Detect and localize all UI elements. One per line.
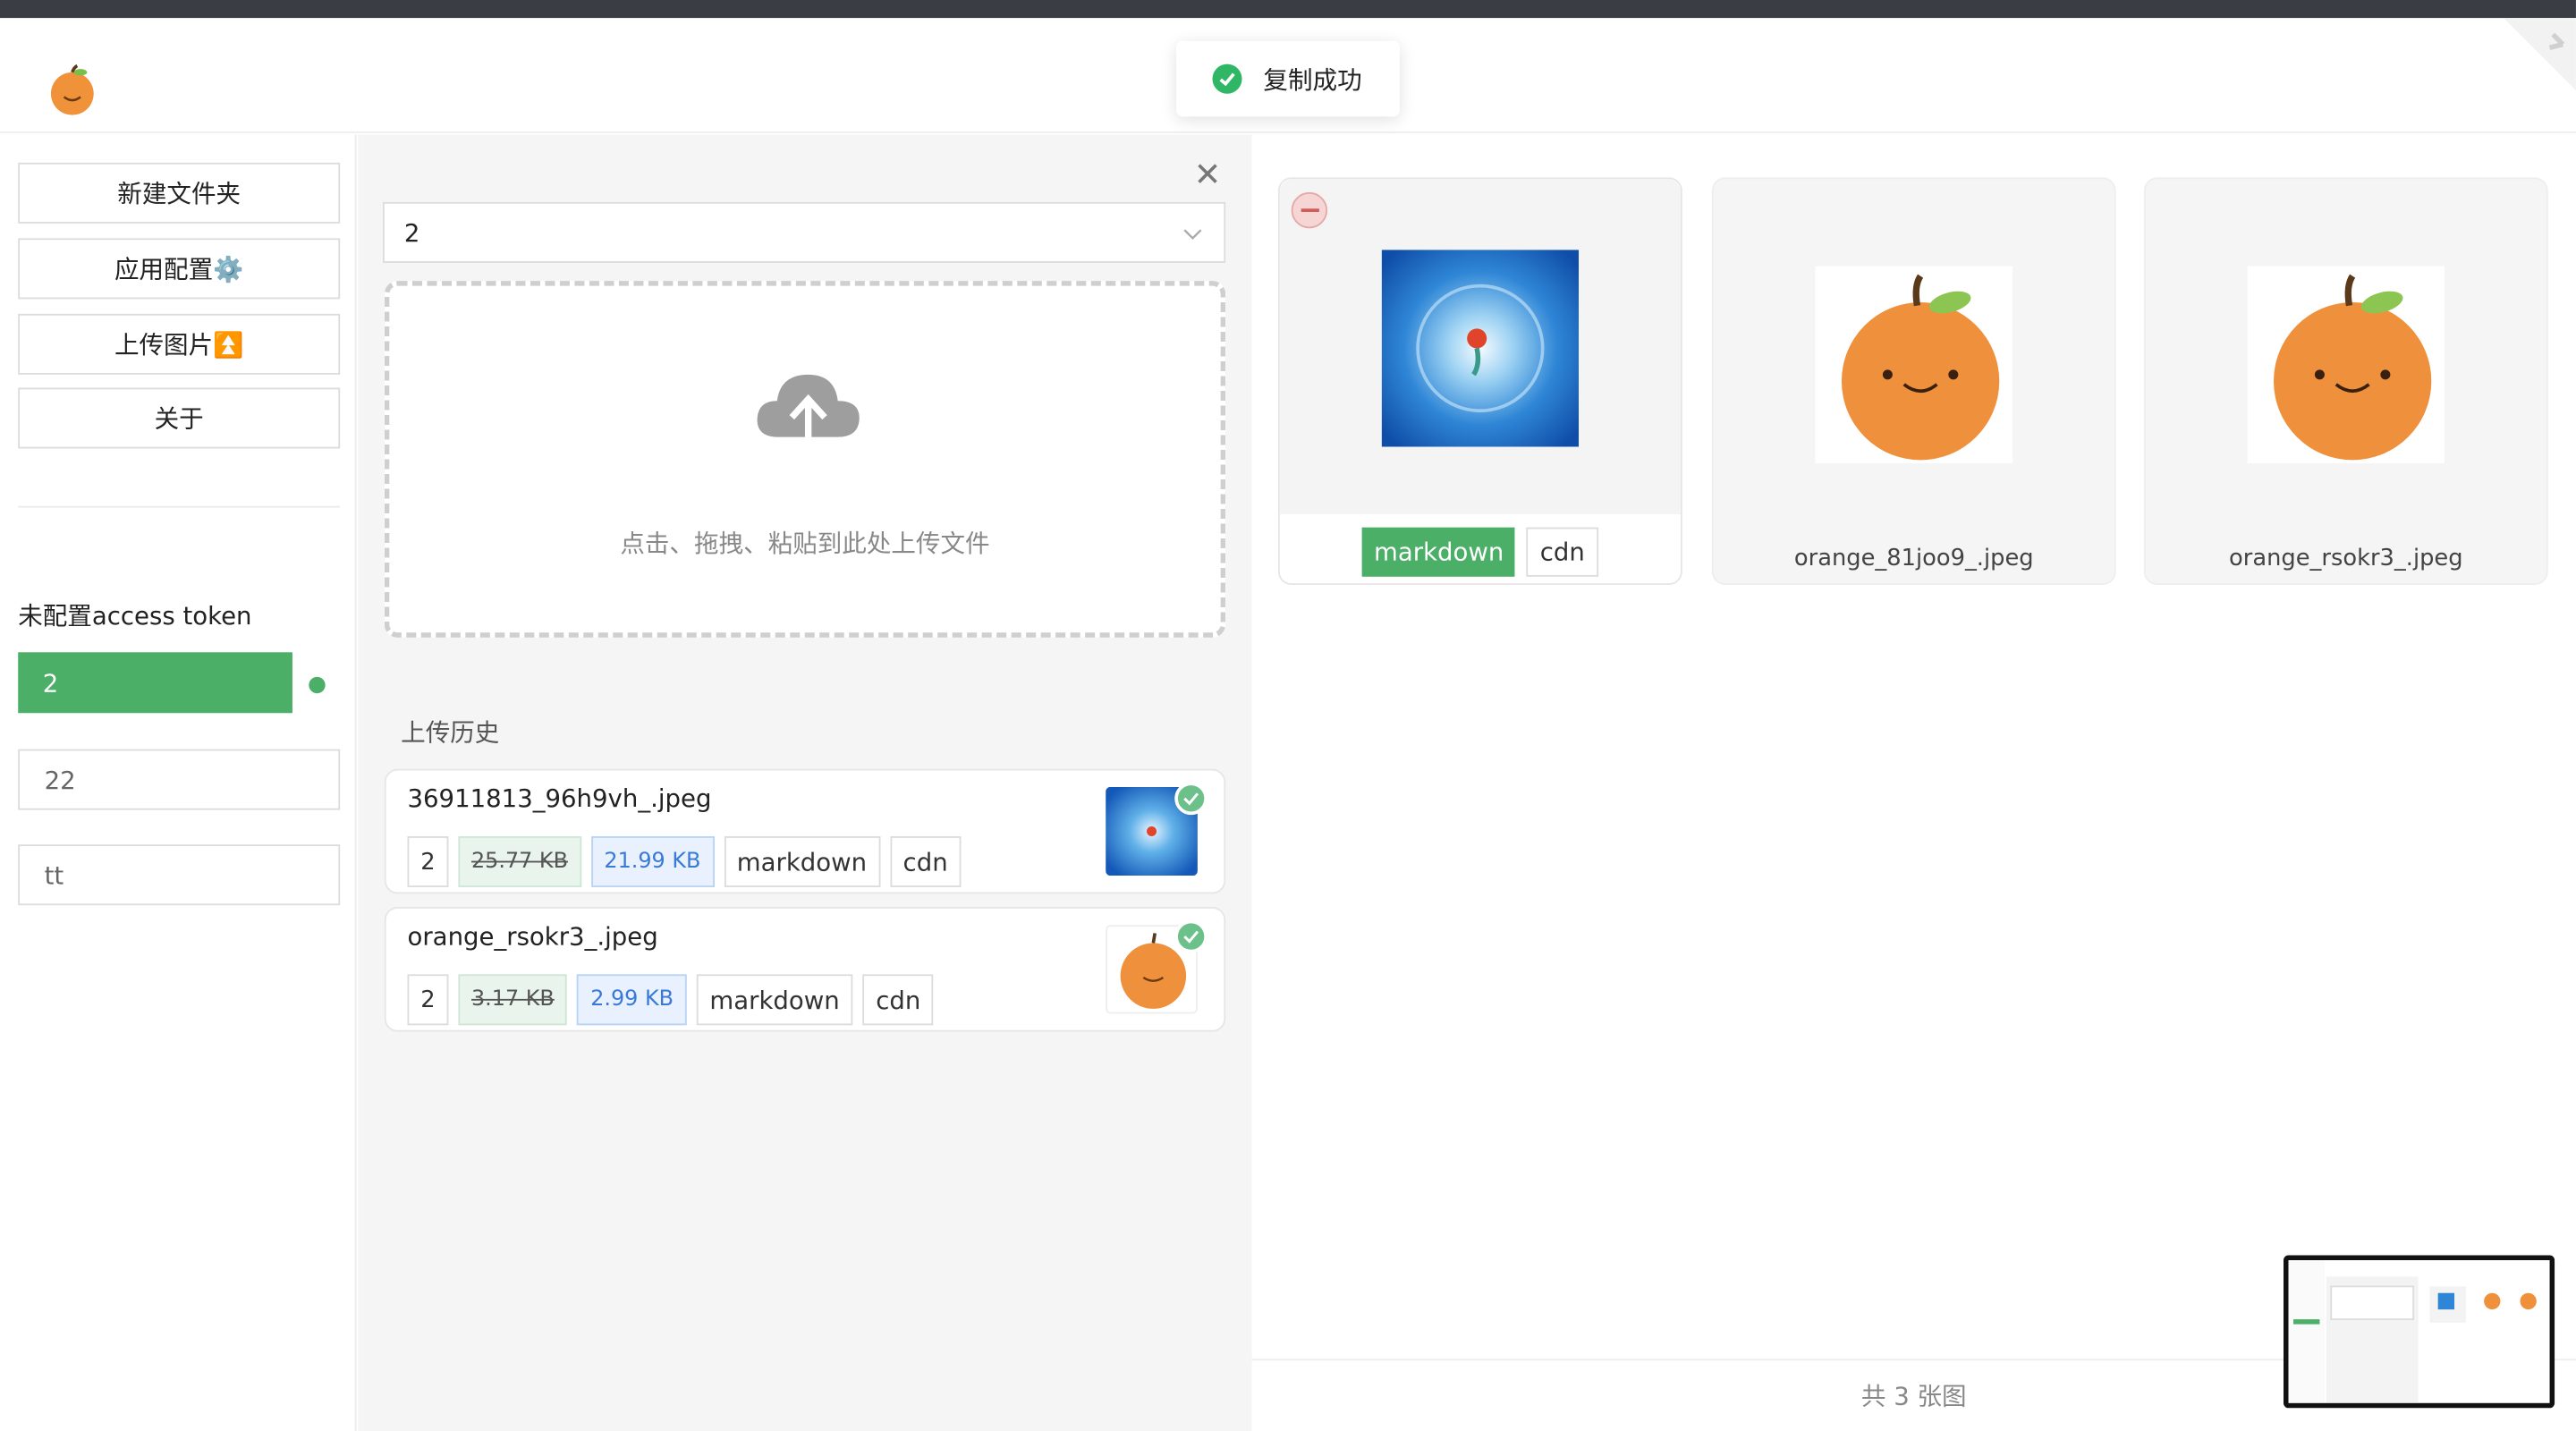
compressed-size-tag: 21.99 KB <box>590 836 715 887</box>
history-item: orange_rsokr3_.jpeg 2 3.17 KB 2.99 KB ma… <box>384 907 1226 1032</box>
upload-panel: ✕ 2 点击、拖拽、粘贴到此处上传文件 上传历史 36911813_96h9vh… <box>358 134 1252 1431</box>
copy-cdn-button[interactable]: cdn <box>889 836 962 887</box>
active-indicator-dot <box>309 676 326 694</box>
new-folder-button[interactable]: 新建文件夹 <box>18 162 341 224</box>
image-card[interactable]: markdown cdn <box>1277 177 1682 585</box>
upload-image-button[interactable]: 上传图片⏫ <box>18 313 341 375</box>
remove-icon[interactable] <box>1291 191 1328 229</box>
image-preview[interactable] <box>1815 266 2012 464</box>
image-filename: orange_81joo9_.jpeg <box>1793 545 2034 572</box>
history-filename: 36911813_96h9vh_.jpeg <box>407 783 712 814</box>
sidebar-divider <box>18 505 341 508</box>
image-gallery: markdown cdn orange_81joo9_.jpeg orange_… <box>1251 134 2576 1431</box>
history-filename: orange_rsokr3_.jpeg <box>407 921 658 952</box>
page-minimap[interactable] <box>2284 1255 2555 1409</box>
repo-tag: 2 <box>407 974 449 1026</box>
copy-cdn-button[interactable]: cdn <box>1527 527 1598 577</box>
app-config-button[interactable]: 应用配置⚙️ <box>18 238 341 300</box>
repo-select-value: 2 <box>403 217 420 248</box>
orange-logo-icon[interactable] <box>46 64 98 117</box>
close-icon[interactable]: ✕ <box>1191 157 1224 191</box>
image-filename: orange_rsokr3_.jpeg <box>2229 545 2463 572</box>
token-status-label: 未配置access token <box>18 601 252 631</box>
uploaded-check-icon <box>1174 919 1208 953</box>
toast-message: 复制成功 <box>1263 64 1362 95</box>
browser-top-strip <box>0 0 2576 19</box>
history-title: 上传历史 <box>401 717 500 748</box>
upload-cloud-icon <box>757 374 860 454</box>
repo-select[interactable]: 2 <box>382 201 1226 263</box>
upload-dropzone[interactable]: 点击、拖拽、粘贴到此处上传文件 <box>384 281 1226 638</box>
repo-item[interactable]: tt <box>18 844 341 906</box>
image-card[interactable]: orange_rsokr3_.jpeg <box>2143 177 2548 585</box>
image-preview[interactable] <box>2247 266 2445 464</box>
history-item: 36911813_96h9vh_.jpeg 2 25.77 KB 21.99 K… <box>384 768 1226 894</box>
original-size-tag: 3.17 KB <box>458 974 568 1026</box>
copy-cdn-button[interactable]: cdn <box>862 974 934 1026</box>
copy-markdown-button[interactable]: markdown <box>724 836 880 887</box>
chevron-down-icon <box>1183 229 1202 241</box>
image-preview[interactable] <box>1381 250 1580 447</box>
github-corner-icon[interactable] <box>2504 18 2576 91</box>
image-card[interactable]: orange_81joo9_.jpeg <box>1711 177 2116 585</box>
sidebar: 新建文件夹 应用配置⚙️ 上传图片⏫ 关于 未配置access token 2 … <box>0 134 357 1431</box>
copy-success-toast: 复制成功 <box>1176 40 1400 117</box>
dropzone-hint: 点击、拖拽、粘贴到此处上传文件 <box>620 529 990 559</box>
copy-markdown-button[interactable]: markdown <box>1362 527 1516 577</box>
image-preview-area <box>1279 179 1681 514</box>
about-button[interactable]: 关于 <box>18 387 341 449</box>
success-check-icon <box>1212 64 1242 94</box>
repo-item-active[interactable]: 2 <box>18 652 292 714</box>
copy-markdown-button[interactable]: markdown <box>696 974 853 1026</box>
original-size-tag: 25.77 KB <box>458 836 581 887</box>
repo-item[interactable]: 22 <box>18 749 341 810</box>
repo-tag: 2 <box>407 836 449 887</box>
compressed-size-tag: 2.99 KB <box>577 974 687 1026</box>
uploaded-check-icon <box>1174 782 1208 816</box>
